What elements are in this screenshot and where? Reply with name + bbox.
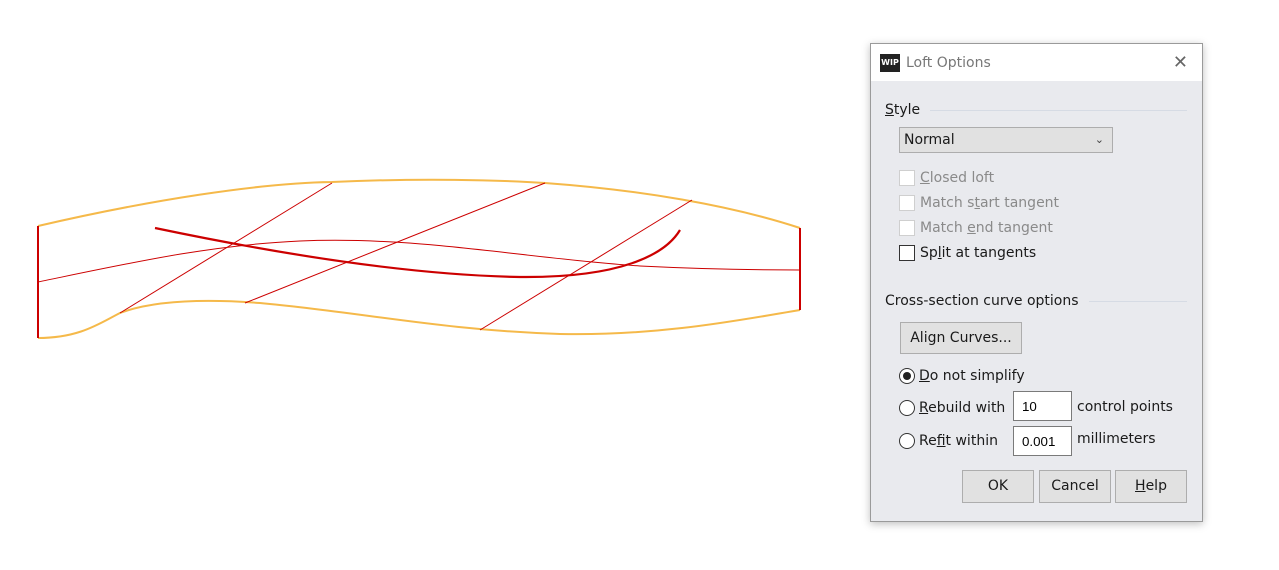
style-value: Normal	[904, 132, 955, 148]
rebuild-with-radio[interactable]: Rebuild with	[899, 400, 1005, 416]
style-group-label: Style	[885, 102, 1187, 118]
cross-section-group-label: Cross-section curve options	[885, 293, 1187, 309]
isocurve	[37, 239, 801, 283]
modeling-viewport[interactable]	[0, 0, 860, 570]
dialog-titlebar: WIP Loft Options ✕	[871, 44, 1202, 81]
style-dropdown[interactable]: Normal ⌄	[899, 127, 1113, 153]
match-start-tangent-checkbox[interactable]: Match start tangent	[899, 195, 1059, 211]
refit-tolerance-input[interactable]	[1013, 426, 1072, 456]
isocurve	[244, 182, 546, 304]
millimeters-label: millimeters	[1077, 431, 1156, 447]
match-end-tangent-checkbox[interactable]: Match end tangent	[899, 220, 1053, 236]
close-icon[interactable]: ✕	[1173, 52, 1188, 73]
rebuild-points-input[interactable]	[1013, 391, 1072, 421]
help-button[interactable]: Help	[1115, 470, 1187, 503]
closed-loft-checkbox[interactable]: Closed loft	[899, 170, 994, 186]
do-not-simplify-radio[interactable]: Do not simplify	[899, 368, 1025, 384]
chevron-down-icon: ⌄	[1094, 133, 1104, 146]
loft-bottom-edge[interactable]	[37, 299, 801, 339]
refit-within-radio[interactable]: Refit within	[899, 433, 998, 449]
split-at-tangents-checkbox[interactable]: Split at tangents	[899, 245, 1036, 261]
rhino-wip-icon: WIP	[880, 53, 900, 72]
align-curves-button[interactable]: Align Curves...	[900, 322, 1022, 354]
loft-options-dialog: WIP Loft Options ✕ Style Normal ⌄ Closed…	[870, 43, 1203, 522]
control-points-label: control points	[1077, 399, 1173, 415]
cancel-button[interactable]: Cancel	[1039, 470, 1111, 503]
dialog-title: Loft Options	[906, 54, 991, 71]
isocurve	[479, 199, 693, 331]
rail-curve[interactable]	[154, 226, 681, 279]
ok-button[interactable]: OK	[962, 470, 1034, 503]
